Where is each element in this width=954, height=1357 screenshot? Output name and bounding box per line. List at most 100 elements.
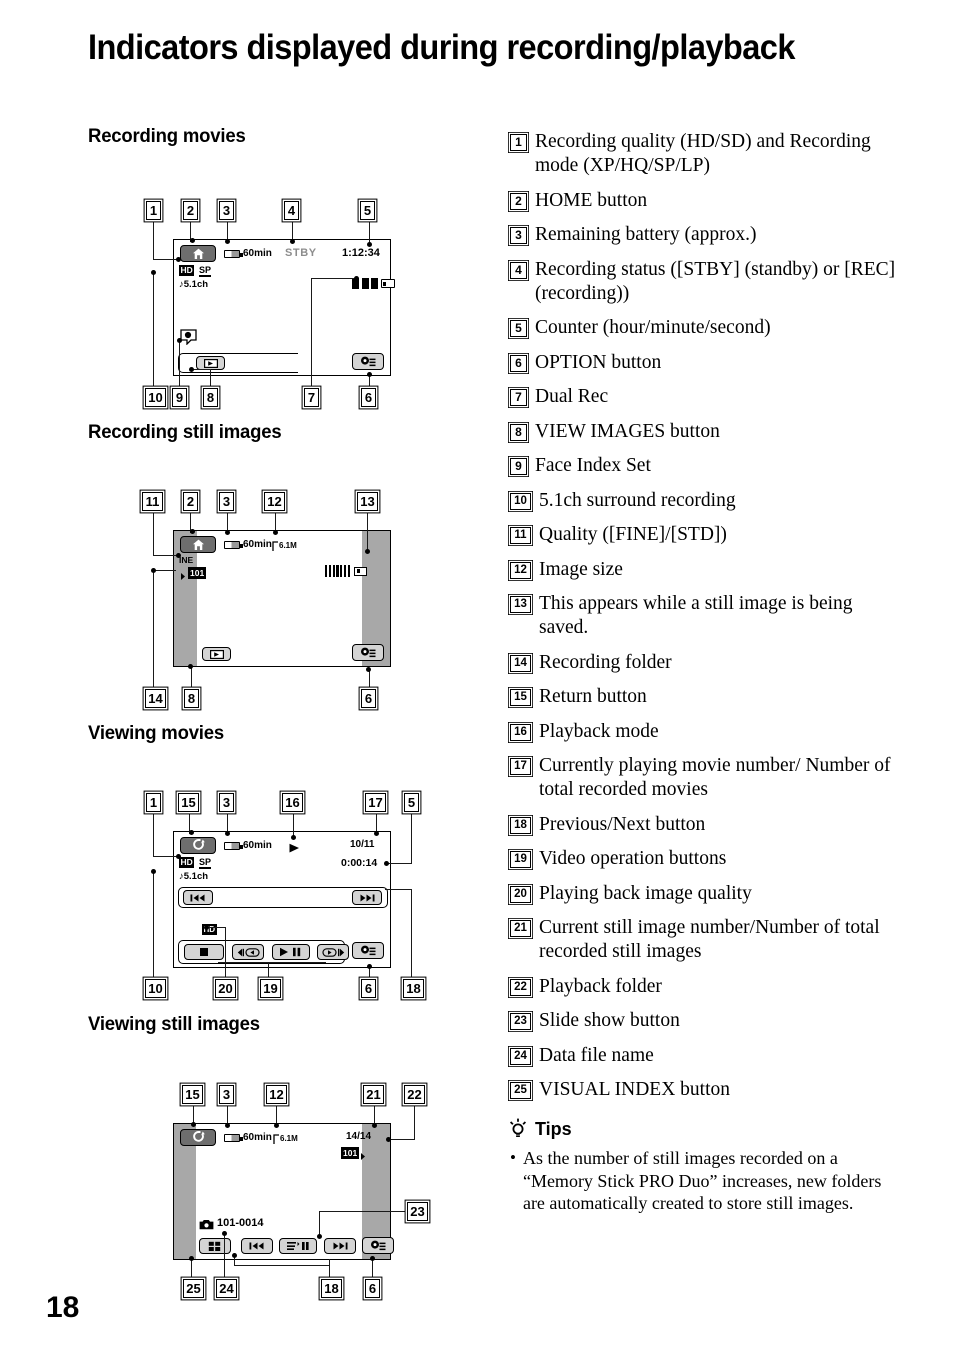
legend-number: 22 <box>510 978 531 996</box>
legend-number: 6 <box>510 354 527 372</box>
dot-3c <box>225 831 230 836</box>
legend-text: This appears while a still image is bein… <box>539 593 853 638</box>
leader-20-h <box>207 927 226 929</box>
dot-4 <box>290 239 295 244</box>
dot-6e <box>367 964 372 969</box>
option-button[interactable] <box>352 942 384 959</box>
legend-text: Dual Rec <box>535 386 609 407</box>
legend-item: 23 Slide show button <box>508 1009 898 1033</box>
leader-18 <box>411 890 413 979</box>
previous-button[interactable] <box>241 1238 273 1254</box>
dot-8b <box>188 664 193 669</box>
legend-text: Remaining battery (approx.) <box>535 224 757 245</box>
home-button[interactable] <box>180 536 216 553</box>
callout-11: 11 <box>142 492 163 511</box>
leader-5 <box>369 220 371 244</box>
page-title: Indicators displayed during recording/pl… <box>88 28 795 67</box>
dot-1 <box>176 257 181 262</box>
slideshow-button[interactable] <box>279 1238 317 1254</box>
stop-square-icon <box>200 948 208 956</box>
dot-10c <box>151 869 156 874</box>
legend-number: 7 <box>510 389 527 406</box>
callout-5: 5 <box>360 201 375 220</box>
face-index-icon <box>180 329 197 350</box>
option-button[interactable] <box>352 353 384 370</box>
previous-button[interactable] <box>183 890 213 905</box>
folder-arrow-icon <box>180 568 186 586</box>
quality-badge: HD <box>179 857 195 868</box>
next-button[interactable] <box>324 1238 356 1254</box>
camera-icon <box>199 1217 214 1235</box>
return-button[interactable] <box>180 837 216 854</box>
legend-item: 24 Data file name <box>508 1044 898 1068</box>
callout-14: 14 <box>145 689 166 708</box>
visual-index-button[interactable] <box>199 1238 231 1254</box>
left-column: Recording movies 1 2 3 4 5 10 9 8 7 6 60… <box>88 125 488 1306</box>
leader-23-v <box>319 1211 321 1236</box>
legend-text: Video operation buttons <box>539 848 727 869</box>
dot-12 <box>273 530 278 535</box>
legend-text: Currently playing movie number/ Number o… <box>539 755 891 800</box>
diagram-viewing-movies: 1 15 3 16 17 5 10 20 19 6 18 60min 10/11… <box>88 745 488 1007</box>
legend-number: 19 <box>510 851 531 868</box>
callout-21: 21 <box>363 1085 384 1104</box>
frame-advance-button[interactable] <box>317 944 349 960</box>
callout-6d: 6 <box>361 979 376 998</box>
view-images-button[interactable] <box>202 647 231 661</box>
still-image-number-text: 14/14 <box>346 1131 372 1142</box>
legend-item: 20 Playing back image quality <box>508 882 898 906</box>
play-pause-button[interactable] <box>272 944 310 960</box>
legend-text: OPTION button <box>535 351 662 373</box>
callout-17: 17 <box>365 793 386 812</box>
option-button[interactable] <box>362 1237 394 1254</box>
tips-text: As the number of still images recorded o… <box>522 1148 882 1213</box>
legend-number: 2 <box>510 192 527 210</box>
option-button[interactable] <box>352 644 384 661</box>
callout-6f: 6 <box>365 1279 380 1298</box>
folder-arrow-icon <box>360 1148 366 1166</box>
stop-button[interactable] <box>184 944 224 960</box>
leader-20 <box>225 928 227 979</box>
callout-1c: 1 <box>146 793 161 812</box>
legend-item: 1 Recording quality (HD/SD) and Recordin… <box>508 130 898 178</box>
legend-text: Image size <box>539 558 623 580</box>
legend-number: 20 <box>510 885 531 903</box>
legend-item: 16 Playback mode <box>508 720 898 744</box>
callout-10c: 10 <box>145 979 166 998</box>
leader-8c <box>191 666 193 689</box>
legend-text: Recording folder <box>539 651 672 673</box>
mode-badge: SP <box>199 265 212 277</box>
dot-21 <box>372 1123 377 1128</box>
diagram-recording-movies: 1 2 3 4 5 10 9 8 7 6 60min STBY 1:12:34 … <box>88 148 488 413</box>
leader-9 <box>179 340 181 388</box>
legend-text: Playback folder <box>539 975 662 997</box>
tips-heading-label: Tips <box>535 1118 572 1139</box>
legend-item: 14 Recording folder <box>508 651 898 675</box>
dot-5 <box>367 242 372 247</box>
battery-icon <box>224 541 243 549</box>
callout-15: 15 <box>178 793 199 812</box>
callout-2b: 2 <box>183 492 198 511</box>
next-button[interactable] <box>352 890 382 905</box>
callout-10: 10 <box>145 388 166 407</box>
return-button[interactable] <box>180 1129 216 1146</box>
callout-12: 12 <box>264 492 285 511</box>
saving-bars-icon <box>325 565 368 577</box>
legend-number: 4 <box>510 261 527 279</box>
play-triangle-icon <box>288 841 302 859</box>
legend-item: 10 5.1ch surround recording <box>508 489 898 513</box>
view-images-button[interactable] <box>196 356 225 370</box>
legend-list: 1 Recording quality (HD/SD) and Recordin… <box>508 130 898 1215</box>
legend-text: Playing back image quality <box>539 882 752 904</box>
dot-3 <box>225 239 230 244</box>
battery-remaining-text: 60min <box>243 840 272 851</box>
dot-22 <box>386 1137 391 1142</box>
legend-text: Data file name <box>539 1044 654 1066</box>
legend-number: 25 <box>510 1082 531 1099</box>
legend-number: 15 <box>510 689 531 706</box>
frame-reverse-button[interactable] <box>232 944 264 960</box>
home-button[interactable] <box>180 245 216 262</box>
legend-text: Current still image number/Number of tot… <box>539 917 880 962</box>
legend-item: 17 Currently playing movie number/ Numbe… <box>508 754 898 802</box>
callout-16: 16 <box>282 793 303 812</box>
